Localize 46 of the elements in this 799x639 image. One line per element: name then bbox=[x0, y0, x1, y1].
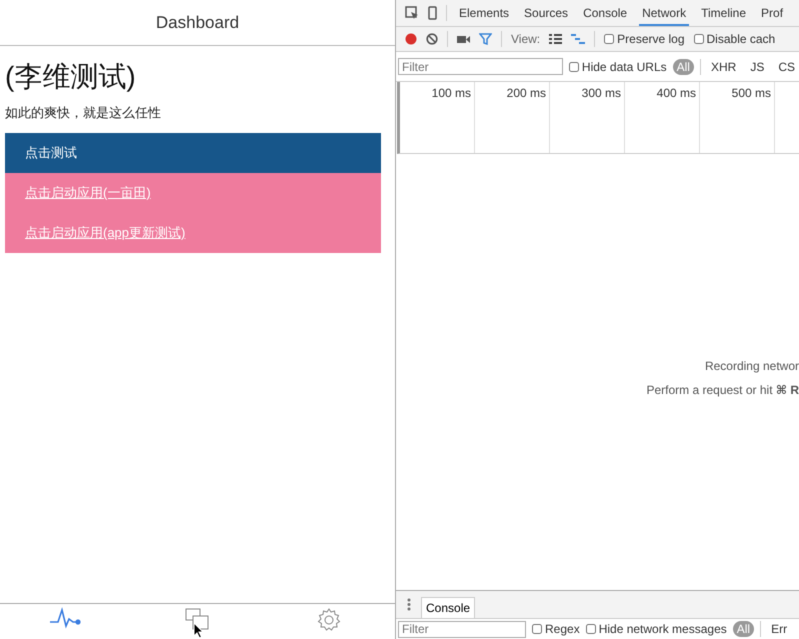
device-icon[interactable] bbox=[428, 6, 437, 20]
more-icon[interactable] bbox=[407, 598, 411, 611]
option-label: Regex bbox=[545, 622, 580, 636]
option-label: Hide data URLs bbox=[582, 60, 667, 74]
devtools-tab[interactable]: Console bbox=[580, 0, 630, 26]
filter-field[interactable]: Filter bbox=[398, 58, 563, 75]
clear-icon[interactable] bbox=[426, 33, 438, 45]
drawer-tab[interactable]: Console bbox=[421, 597, 476, 618]
level-filter-button[interactable]: Err bbox=[767, 621, 792, 637]
checkbox[interactable] bbox=[586, 624, 596, 634]
empty-message: Perform a request or hit ⌘ R bbox=[646, 383, 799, 397]
devtools-tab[interactable]: Sources bbox=[521, 0, 572, 26]
gear-icon bbox=[316, 607, 342, 633]
subtitle: 如此的爽快，就是这么任性 bbox=[5, 104, 162, 122]
time-tick-label: 100 ms bbox=[432, 86, 471, 100]
camera-icon[interactable] bbox=[457, 34, 470, 44]
devtools-tab[interactable]: Prof bbox=[758, 0, 786, 26]
time-tick-label: 200 ms bbox=[506, 86, 546, 100]
record-icon[interactable] bbox=[405, 33, 417, 45]
empty-message: Recording networ bbox=[704, 359, 799, 373]
windows-icon bbox=[184, 607, 212, 631]
time-tick-label: 400 ms bbox=[656, 86, 696, 100]
devtools-tab[interactable]: Elements bbox=[456, 0, 512, 26]
page-heading: (李维测试) bbox=[5, 60, 137, 94]
screen-title: Dashboard bbox=[156, 12, 240, 32]
option-label: Hide network messages bbox=[598, 622, 727, 636]
time-tick-label: 300 ms bbox=[582, 86, 621, 100]
checkbox[interactable] bbox=[532, 624, 542, 634]
inspect-icon[interactable] bbox=[405, 6, 419, 20]
list-header[interactable]: 点击测试 bbox=[5, 133, 381, 173]
filter-field[interactable]: Filter bbox=[398, 620, 526, 638]
list-view-icon[interactable] bbox=[549, 34, 562, 44]
checkbox[interactable] bbox=[604, 34, 614, 44]
checkbox[interactable] bbox=[694, 34, 704, 44]
type-filter-button[interactable]: JS bbox=[746, 58, 768, 74]
type-filter-button[interactable]: CS bbox=[774, 58, 799, 74]
waterfall-icon[interactable] bbox=[571, 34, 586, 44]
time-tick-label: 500 ms bbox=[732, 86, 771, 100]
checkbox[interactable] bbox=[568, 62, 579, 72]
pulse-icon bbox=[48, 607, 83, 629]
filter-icon[interactable] bbox=[479, 33, 492, 45]
devtools-tab[interactable]: Timeline bbox=[698, 0, 750, 26]
option-label: Preserve log bbox=[617, 32, 685, 46]
option-label: Disable cach bbox=[706, 32, 776, 46]
type-filter-button[interactable]: XHR bbox=[706, 58, 740, 74]
view-label: View: bbox=[511, 32, 540, 46]
